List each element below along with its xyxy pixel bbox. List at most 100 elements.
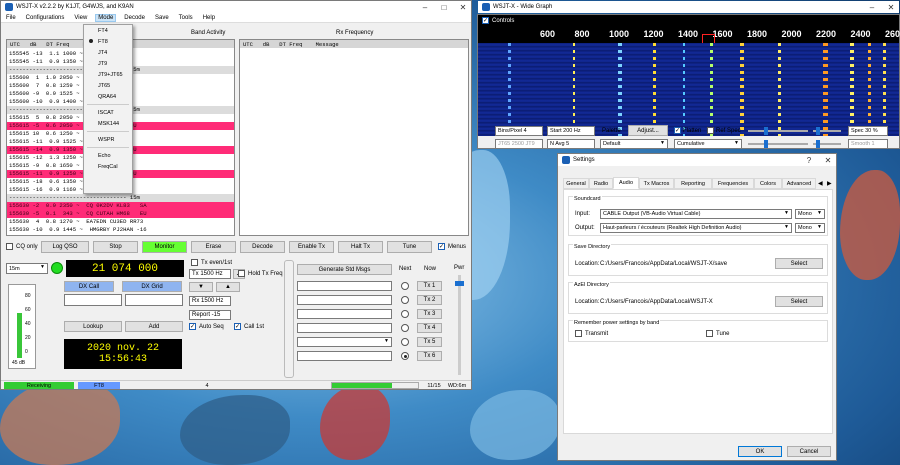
tab-audio[interactable]: Audio bbox=[613, 177, 639, 189]
power-slider-track[interactable] bbox=[455, 275, 464, 375]
menu-view[interactable]: View bbox=[72, 15, 89, 21]
tab-tx-macros[interactable]: Tx Macros bbox=[639, 178, 674, 189]
tx6-next-radio[interactable] bbox=[401, 352, 409, 360]
rig-status-indicator[interactable] bbox=[51, 262, 63, 274]
add-button[interactable]: Add bbox=[125, 321, 183, 332]
tx6-message[interactable] bbox=[297, 351, 392, 361]
cq-decode-row[interactable]: 155630 -5 0.1 343 ~ CQ CUTAH HM68 EU bbox=[7, 210, 234, 218]
mode-menu-item[interactable]: FT8 bbox=[84, 36, 132, 47]
mode-menu-item[interactable]: FT4 bbox=[84, 25, 132, 36]
save-select-button[interactable]: Select bbox=[775, 258, 823, 269]
mode-menu-item[interactable]: FreqCal bbox=[84, 161, 132, 172]
menu-mode[interactable]: Mode bbox=[95, 13, 117, 22]
maximize-icon[interactable]: □ bbox=[436, 1, 452, 13]
menu-help[interactable]: Help bbox=[201, 15, 217, 21]
band-select[interactable]: 15m ▼ bbox=[6, 263, 48, 274]
cancel-button[interactable]: Cancel bbox=[787, 446, 831, 457]
tx6-now-button[interactable]: Tx 6 bbox=[417, 351, 442, 361]
decode-row[interactable]: 155630 -10 0.9 1445 ~ HMGRBY PJ2HAN -16 bbox=[7, 226, 234, 234]
tx-frequency-spinbox[interactable]: Tx 1500 Hz bbox=[189, 269, 231, 279]
mode-menu-item[interactable]: WSPR bbox=[84, 134, 132, 145]
help-icon[interactable]: ? bbox=[801, 154, 817, 166]
dx-grid-button[interactable]: DX Grid bbox=[122, 281, 182, 292]
azel-select-button[interactable]: Select bbox=[775, 296, 823, 307]
ok-button[interactable]: OK bbox=[738, 446, 782, 457]
tx3-next-radio[interactable] bbox=[401, 310, 409, 318]
spectrum-mode-select[interactable]: Cumulative ▼ bbox=[674, 139, 742, 149]
rx-frequency-pane[interactable]: UTC dB DT Freq Message bbox=[239, 39, 469, 236]
stop-button[interactable]: Stop bbox=[93, 241, 138, 253]
tx3-now-button[interactable]: Tx 3 bbox=[417, 309, 442, 319]
tab-scroll-right-icon[interactable]: ▶ bbox=[827, 180, 832, 187]
tab-general[interactable]: General bbox=[563, 178, 589, 189]
tx4-next-radio[interactable] bbox=[401, 324, 409, 332]
mode-menu-item[interactable]: JT9+JT65 bbox=[84, 69, 132, 80]
menus-checkbox[interactable]: ✓ bbox=[438, 243, 445, 250]
zero-slider-handle[interactable] bbox=[816, 127, 820, 135]
tab-scroll-left-icon[interactable]: ◀ bbox=[818, 180, 823, 187]
start-frequency-spinbox[interactable]: Start 200 Hz bbox=[547, 126, 595, 136]
spectrum-gain-slider[interactable] bbox=[748, 140, 808, 148]
tx-even-checkbox[interactable] bbox=[191, 259, 198, 266]
mode-menu-item[interactable]: JT4 bbox=[84, 47, 132, 58]
tx5-next-radio[interactable] bbox=[401, 338, 409, 346]
mode-menu-item[interactable]: ISCAT bbox=[84, 107, 132, 118]
zero-slider[interactable] bbox=[813, 127, 841, 135]
menu-file[interactable]: File bbox=[4, 15, 18, 21]
spectrum-zero-handle[interactable] bbox=[816, 140, 820, 148]
input-device-select[interactable]: CABLE Output (VB-Audio Virtual Cable) ▼ bbox=[600, 209, 792, 219]
menu-tools[interactable]: Tools bbox=[177, 15, 195, 21]
tab-strip[interactable] bbox=[284, 260, 294, 378]
tx1-now-button[interactable]: Tx 1 bbox=[417, 281, 442, 291]
transmit-power-checkbox[interactable] bbox=[575, 330, 582, 337]
gain-slider[interactable] bbox=[748, 127, 808, 135]
tx2-next-radio[interactable] bbox=[401, 296, 409, 304]
close-icon[interactable]: ✕ bbox=[820, 154, 836, 166]
jt65-jt9-spinbox[interactable]: JT65 2500 JT9 bbox=[495, 139, 543, 149]
decode-row[interactable]: 155630 4 0.8 1270 ~ EA7EDN CU3ED RR73 bbox=[7, 218, 234, 226]
tx1-message[interactable] bbox=[297, 281, 392, 291]
auto-seq-checkbox[interactable]: ✓ bbox=[189, 323, 196, 330]
mode-menu-item[interactable]: MSK144 bbox=[84, 118, 132, 129]
tx5-message[interactable]: ▼ bbox=[297, 337, 392, 347]
tab-advanced[interactable]: Advanced bbox=[782, 178, 816, 189]
close-icon[interactable]: ✕ bbox=[455, 1, 471, 13]
tx4-message[interactable] bbox=[297, 323, 392, 333]
adjust-button[interactable]: Adjust... bbox=[628, 125, 668, 136]
tune-power-checkbox[interactable] bbox=[706, 330, 713, 337]
minimize-icon[interactable]: – bbox=[864, 1, 880, 13]
bins-per-pixel-spinbox[interactable]: Bins/Pixel 4 bbox=[495, 126, 543, 136]
flatten-checkbox[interactable]: ✓ bbox=[674, 127, 681, 134]
controls-checkbox[interactable]: ✓ bbox=[482, 17, 489, 24]
gain-slider-handle[interactable] bbox=[764, 127, 768, 135]
halt-tx-button[interactable]: Halt Tx bbox=[338, 241, 383, 253]
hold-tx-freq-checkbox[interactable] bbox=[238, 270, 245, 277]
n-avg-spinbox[interactable]: N Avg 5 bbox=[547, 139, 595, 149]
decode-button[interactable]: Decode bbox=[240, 241, 285, 253]
waterfall-display[interactable] bbox=[478, 43, 899, 136]
log-qso-button[interactable]: Log QSO bbox=[41, 241, 89, 253]
mode-menu-item[interactable]: JT65 bbox=[84, 80, 132, 91]
menu-decode[interactable]: Decode bbox=[122, 15, 147, 21]
tune-button[interactable]: Tune bbox=[387, 241, 432, 253]
spectrum-zero-slider[interactable] bbox=[813, 140, 841, 148]
ref-spec-checkbox[interactable] bbox=[707, 127, 714, 134]
monitor-button[interactable]: Monitor bbox=[142, 241, 187, 253]
power-slider-handle[interactable] bbox=[455, 281, 464, 286]
tab-frequencies[interactable]: Frequencies bbox=[712, 178, 754, 189]
output-channel-select[interactable]: Mono ▼ bbox=[795, 223, 825, 233]
palette-select[interactable]: Default ▼ bbox=[600, 139, 668, 149]
smooth-spinbox[interactable]: Smooth 1 bbox=[848, 139, 888, 149]
tx1-next-radio[interactable] bbox=[401, 282, 409, 290]
mode-menu-item[interactable]: Echo bbox=[84, 150, 132, 161]
call-1st-checkbox[interactable]: ✓ bbox=[234, 323, 241, 330]
tab-reporting[interactable]: Reporting bbox=[674, 178, 712, 189]
tx2-message[interactable] bbox=[297, 295, 392, 305]
dx-call-input[interactable] bbox=[64, 294, 122, 306]
spec-percent-spinbox[interactable]: Spec 30 % bbox=[848, 126, 888, 136]
tx2-now-button[interactable]: Tx 2 bbox=[417, 295, 442, 305]
cq-only-checkbox[interactable] bbox=[6, 243, 13, 250]
erase-button[interactable]: Erase bbox=[191, 241, 236, 253]
dx-grid-input[interactable] bbox=[125, 294, 183, 306]
mode-menu-item[interactable]: QRA64 bbox=[84, 91, 132, 102]
